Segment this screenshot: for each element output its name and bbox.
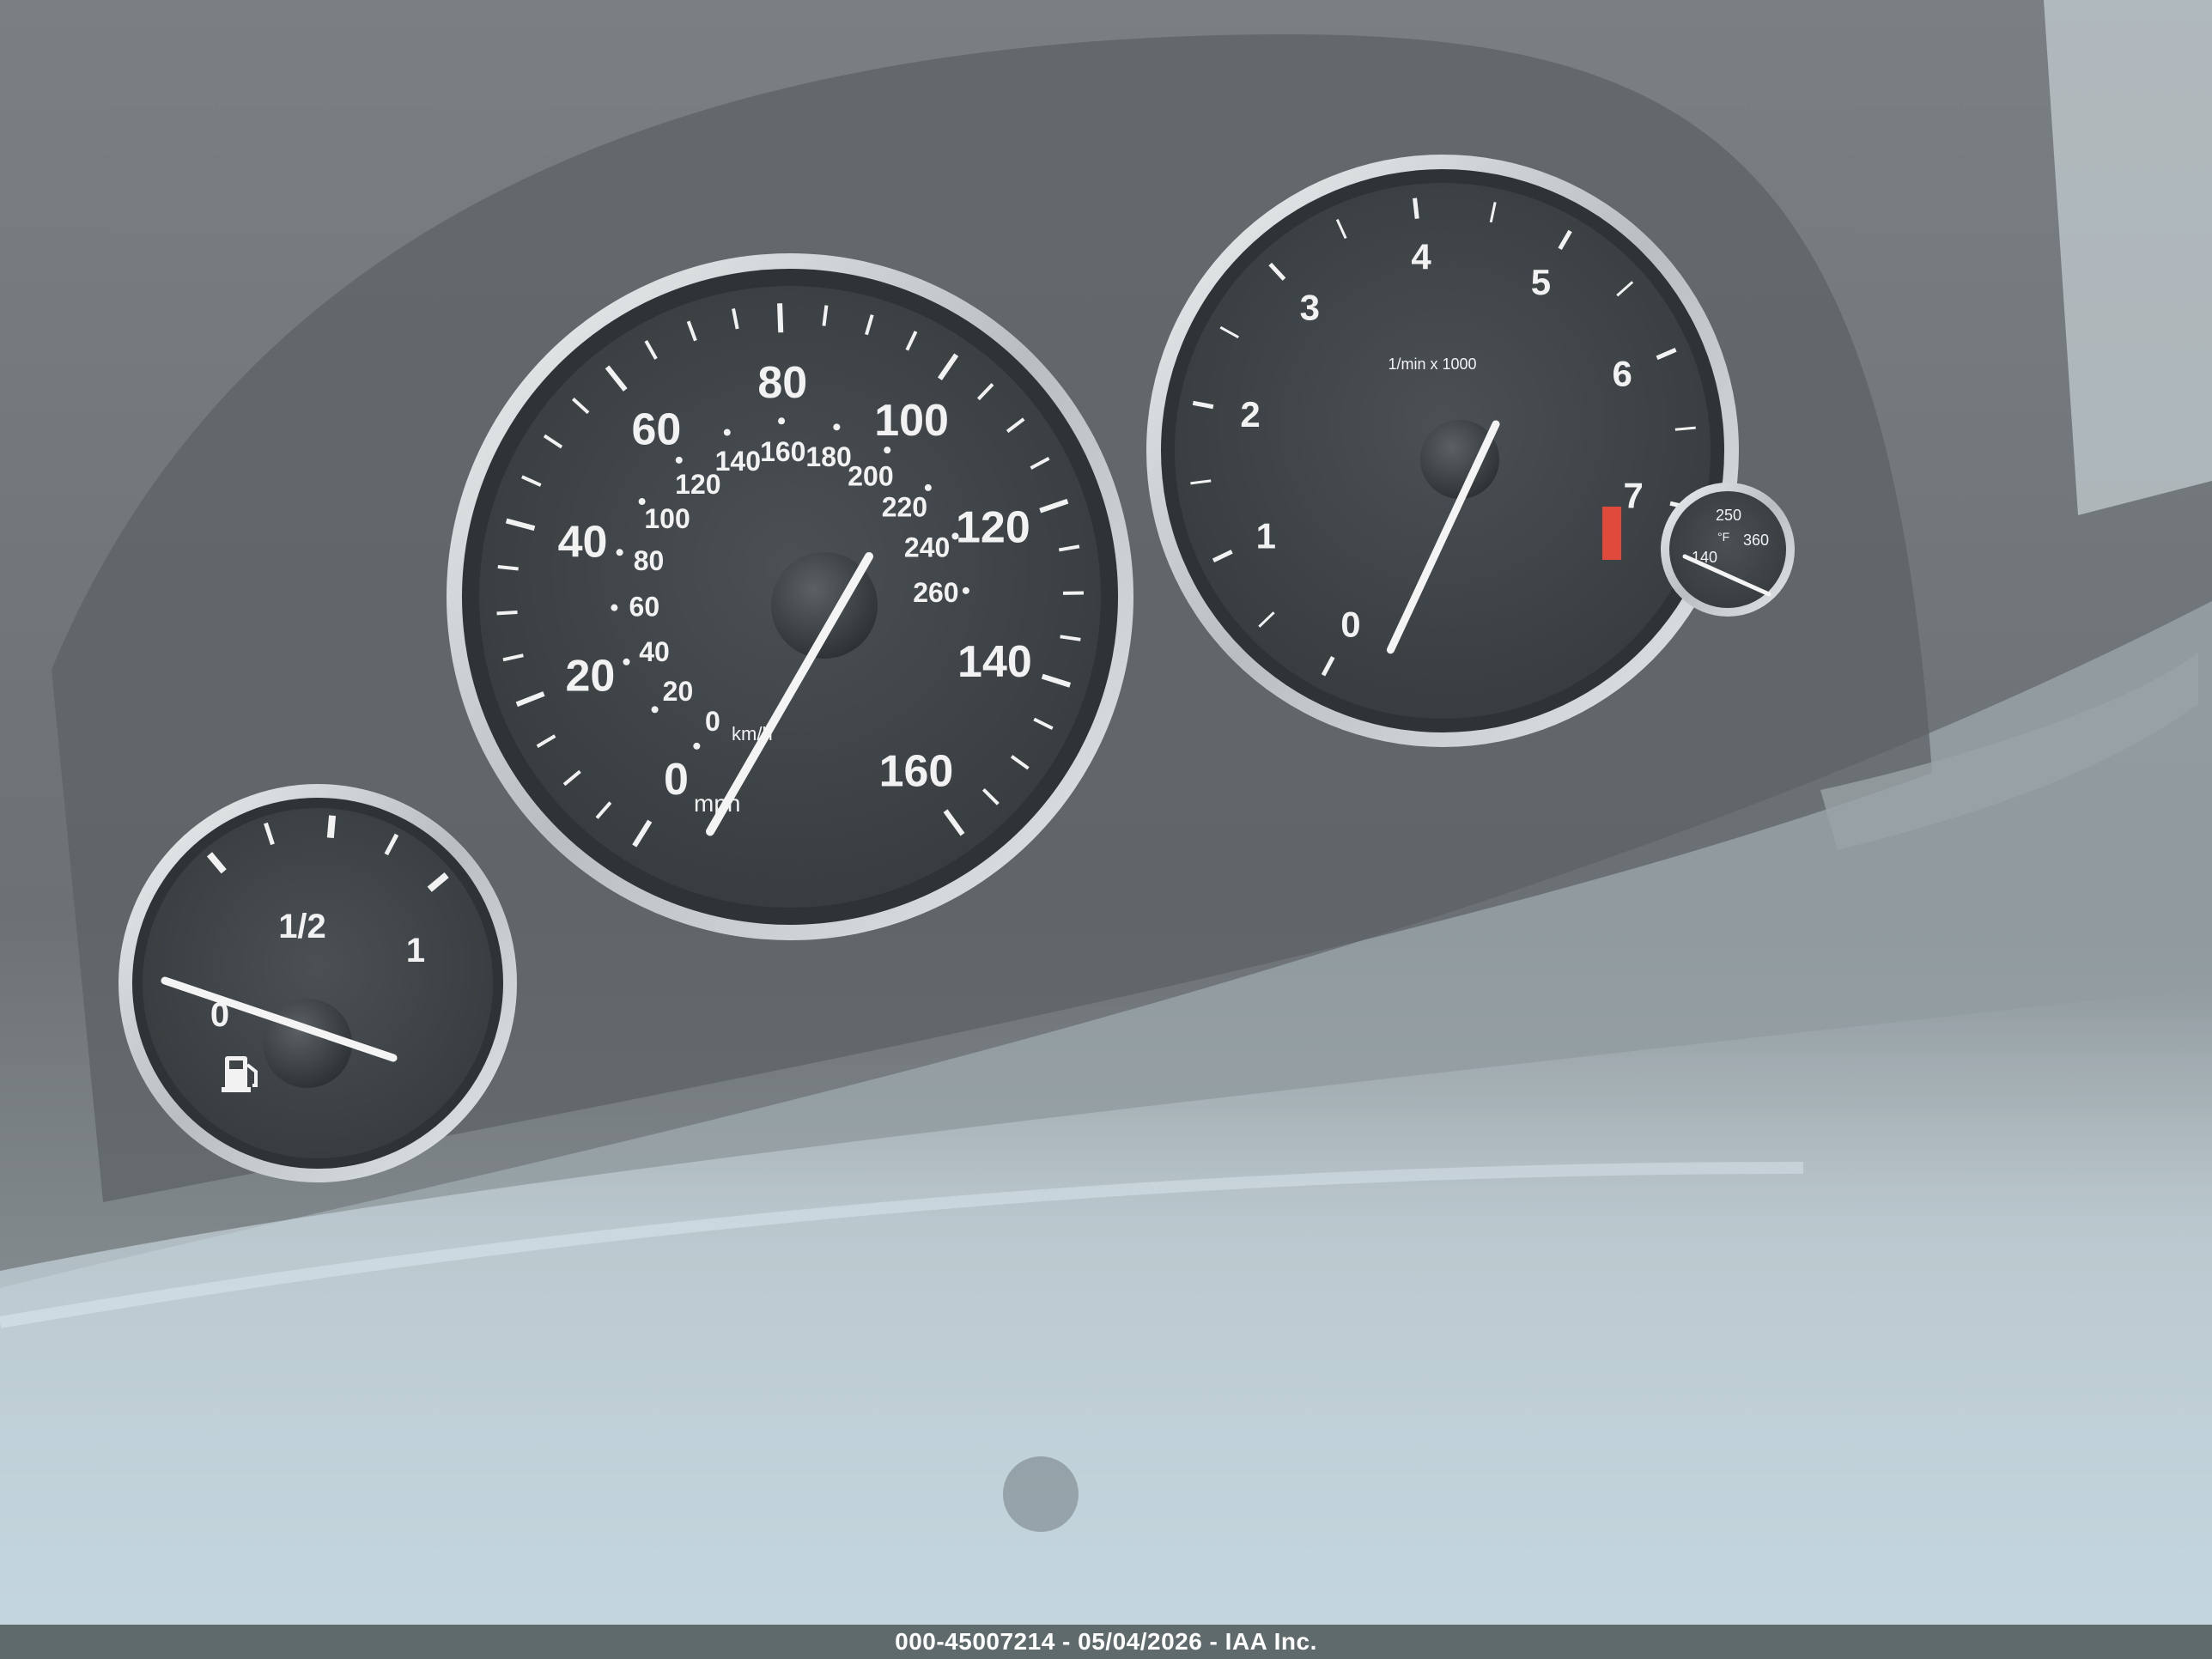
speedometer-mph-label: 0: [664, 755, 689, 805]
speedometer-kmh-label: 100: [644, 503, 690, 534]
oil-temp-gauge: 140 250 360 °F: [1661, 483, 1795, 617]
speedometer-kmh-label: 40: [639, 636, 670, 667]
tachometer-label: 0: [1340, 604, 1360, 644]
speedometer-kmh-tick: [884, 447, 891, 454]
speedometer-kmh-tick: [723, 428, 731, 436]
speedometer-mph-label: 60: [631, 404, 681, 454]
speedometer-kmh-tick: [951, 532, 959, 540]
tachometer-hub: [1420, 420, 1499, 499]
speedometer-kmh-label: 120: [675, 469, 720, 500]
tachometer: 0 1 2 3 4 5 6 7 1/min x 1000: [1146, 155, 1739, 747]
speedometer-mph-label: 120: [956, 503, 1030, 553]
photo-caption: 000-45007214 - 05/04/2026 - IAA Inc.: [0, 1625, 2212, 1659]
speedometer-mph-label: 20: [565, 652, 615, 702]
speedometer-tick: [496, 611, 518, 616]
speedometer-kmh-tick: [962, 586, 969, 594]
speedometer-kmh-tick: [778, 417, 786, 425]
speedometer-mph-label: 160: [879, 746, 954, 796]
tachometer-label: 7: [1623, 475, 1643, 515]
speedometer-kmh-label: 200: [848, 460, 893, 491]
tachometer-label: 5: [1531, 262, 1551, 302]
speedometer-kmh-tick: [693, 742, 701, 750]
speedometer-tick: [497, 565, 519, 571]
speedometer-kmh-label: 60: [629, 591, 660, 622]
fuel-gauge-tick: [326, 815, 337, 838]
speedometer-tick: [777, 303, 784, 333]
speedometer-kmh-label: 140: [715, 446, 761, 477]
speedometer-kmh-label: 0: [705, 706, 720, 737]
tachometer-label: 4: [1411, 236, 1431, 276]
tachometer-label: 1: [1256, 515, 1276, 556]
speedometer-kmh-label: 80: [634, 545, 665, 576]
speedometer-kmh-tick: [833, 423, 841, 431]
speedometer-mph-label: 80: [757, 358, 807, 408]
speedometer-kmh-tick: [675, 456, 683, 464]
tachometer-label: 2: [1240, 394, 1260, 434]
speedometer-kmh-label: 180: [805, 441, 851, 472]
speedometer-kmh-label: 240: [904, 532, 950, 562]
oil-gauge-label-mid: 250: [1716, 507, 1741, 524]
speedometer-kmh-tick: [638, 498, 646, 506]
speedometer-kmh-tick: [616, 549, 623, 556]
tachometer-label: 6: [1613, 353, 1632, 393]
oil-gauge-unit: °F: [1717, 530, 1729, 544]
speedometer-mph-label: 100: [874, 396, 949, 446]
speedometer-mph-label: 40: [558, 517, 608, 567]
oil-gauge-label-high: 360: [1743, 532, 1769, 549]
dashboard-photo: 020406080100120140160020406080100120140 1…: [0, 0, 2212, 1659]
fuel-label-half: 1/2: [278, 908, 326, 945]
speedometer-kmh-tick: [924, 483, 932, 491]
tachometer-unit-label: 1/min x 1000: [1388, 356, 1476, 373]
speedometer-mph-label: 140: [957, 637, 1032, 687]
tachometer-label: 3: [1300, 287, 1320, 327]
speedometer-kmh-label: 260: [913, 577, 958, 608]
speedometer-kmh-tick: [611, 604, 618, 611]
speedometer-kmh-label: 160: [760, 436, 805, 467]
fuel-gauge-face: [143, 808, 493, 1158]
speedometer-kmh-tick: [651, 706, 659, 714]
fuel-label-full: 1: [406, 932, 425, 969]
speedometer-kmh-label: 20: [663, 676, 694, 707]
speedometer-kmh-tick: [623, 658, 630, 665]
tachometer-redline: [1602, 507, 1621, 560]
tachometer-tick: [1413, 198, 1419, 219]
speedometer: 020406080100120140160020406080100120140 1…: [447, 253, 1133, 940]
speedometer-kmh-label: 220: [882, 492, 927, 523]
fuel-gauge: 0 1/2 1: [118, 784, 517, 1182]
lens-spot: [1003, 1456, 1079, 1532]
